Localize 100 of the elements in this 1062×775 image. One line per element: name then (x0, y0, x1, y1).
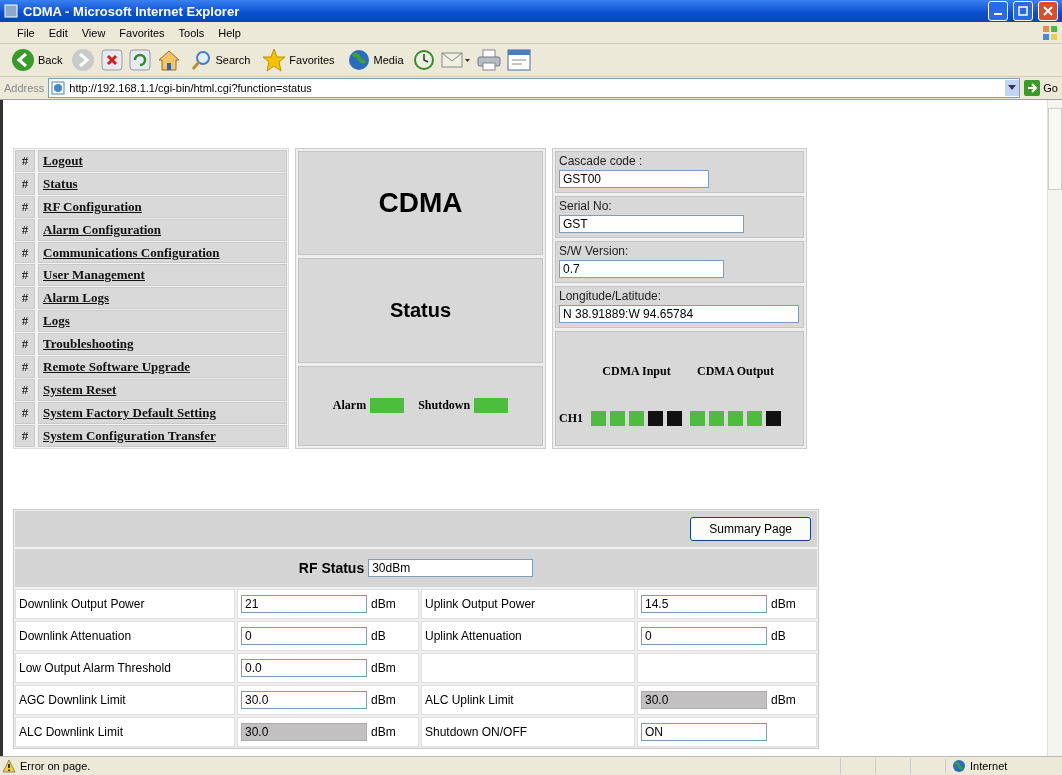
input-field[interactable]: GST (559, 215, 744, 233)
nav-link[interactable]: Logout (38, 150, 287, 172)
channel-label: CH1 (559, 411, 583, 427)
toolbar-button[interactable]: Back (8, 46, 66, 74)
nav-link[interactable]: System Factory Default Setting (38, 401, 287, 424)
bullet-mark: # (15, 424, 35, 447)
nav-link[interactable]: System Configuration Transfer (38, 424, 287, 447)
clock-icon[interactable] (412, 49, 435, 71)
field-label: Uplink Output Power (421, 588, 635, 619)
nav-link[interactable]: Status (38, 172, 287, 195)
nav-link[interactable]: Remote Software Upgrade (38, 356, 287, 378)
column-label: CDMA Input (601, 364, 672, 380)
document-icon[interactable] (506, 49, 531, 71)
input-field[interactable]: 21 (241, 594, 367, 613)
go-button[interactable]: Go (1024, 80, 1058, 96)
envelope-icon[interactable] (440, 49, 471, 71)
star-icon[interactable] (262, 48, 287, 72)
input-field[interactable]: 14.5 (641, 594, 767, 613)
input-field[interactable]: N 38.91889:W 94.65784 (559, 305, 799, 323)
field-label: Cascade code : (559, 154, 644, 168)
house-icon[interactable] (157, 49, 182, 71)
stop-icon[interactable] (101, 49, 124, 71)
summary-page-button[interactable]: Summary Page (690, 516, 811, 541)
page-icon (51, 81, 66, 95)
field-label: Serial No: (559, 199, 613, 213)
unit-label: dBm (371, 660, 396, 675)
globe-icon[interactable] (346, 48, 371, 72)
input-field[interactable]: 0.0 (241, 658, 367, 677)
bullet-mark: # (15, 356, 35, 378)
printer-icon[interactable] (476, 49, 501, 71)
input-field[interactable]: 30dBm (368, 558, 534, 577)
rf-status-label: RF Status (298, 559, 365, 576)
nav-link[interactable]: Logs (38, 310, 287, 333)
warning-icon (2, 759, 16, 773)
status-message: Error on page. (20, 760, 92, 772)
toolbar-button[interactable]: Search (187, 47, 254, 73)
unit-label: dBm (771, 692, 796, 707)
maximize-icon (1018, 6, 1028, 16)
close-button[interactable] (1038, 1, 1058, 21)
toolbar-button[interactable]: Media (343, 46, 407, 74)
input-field[interactable]: 0.7 (559, 260, 724, 278)
nav-link[interactable]: Communications Configuration (38, 241, 287, 264)
nav-link[interactable]: Alarm Configuration (38, 218, 287, 241)
input-field[interactable]: 0 (241, 626, 367, 645)
search-icon[interactable] (190, 49, 213, 71)
menu-item[interactable]: Tools (171, 26, 212, 39)
globe-icon (952, 759, 966, 773)
arrow-icon (1024, 80, 1041, 96)
input-field[interactable]: ON (641, 722, 767, 741)
field-label: Longitude/Latitude: (559, 289, 663, 303)
field-label: Downlink Attenuation (15, 620, 235, 651)
minimize-icon (994, 13, 1002, 15)
scrollbar[interactable] (1047, 100, 1062, 756)
address-label: Address (4, 82, 45, 94)
nav-link[interactable]: Alarm Logs (38, 287, 287, 310)
windows-flag-icon (1042, 24, 1058, 41)
bullet-mark: # (15, 195, 35, 218)
indicator-label: Alarm (332, 398, 367, 414)
bullet-mark: # (15, 401, 35, 424)
close-icon (1043, 6, 1053, 16)
address-field[interactable]: http://192.168.1.1/cgi-bin/html.cgi?function=status (48, 78, 1021, 98)
nav-link[interactable]: System Reset (38, 378, 287, 401)
menu-item[interactable]: File (10, 26, 42, 39)
toolbar-button[interactable]: Favorites (259, 46, 338, 74)
menu-item[interactable]: Favorites (112, 26, 172, 39)
bullet-mark: # (15, 310, 35, 333)
bullet-mark: # (15, 218, 35, 241)
field-label: Uplink Attenuation (421, 620, 635, 651)
input-field[interactable]: GST00 (559, 170, 709, 188)
page-subheading: Status (389, 298, 452, 322)
field-label: Shutdown ON/OFF (421, 716, 635, 747)
field-label: Low Output Alarm Threshold (15, 652, 235, 683)
unit-label: dBm (371, 724, 396, 739)
bullet-mark: # (15, 264, 35, 287)
bullet-mark: # (15, 287, 35, 310)
menu-item[interactable]: View (74, 26, 113, 39)
field-label: ALC Downlink Limit (15, 716, 235, 747)
window-title: CDMA - Microsoft Internet Explorer (23, 3, 241, 19)
menu-item[interactable]: Help (211, 26, 248, 39)
refresh-icon[interactable] (129, 49, 152, 71)
minimize-button[interactable] (988, 1, 1008, 21)
input-field[interactable]: 0 (641, 626, 767, 645)
unit-label: dB (771, 628, 786, 643)
caret-icon (1008, 85, 1017, 91)
field-label: ALC Uplink Limit (421, 684, 635, 715)
browser-icon (4, 4, 18, 18)
nav-link[interactable]: User Management (38, 264, 287, 287)
unit-label: dBm (771, 596, 796, 611)
field-label: Downlink Output Power (15, 588, 235, 619)
bullet-mark: # (15, 333, 35, 355)
menu-item[interactable]: Edit (41, 26, 75, 39)
maximize-button[interactable] (1013, 1, 1033, 21)
nav-link[interactable]: RF Configuration (38, 195, 287, 218)
indicator-label: Shutdown (418, 398, 471, 414)
nav-link[interactable]: Troubleshooting (38, 333, 287, 355)
dropdown-icon[interactable] (1005, 80, 1020, 96)
column-label: CDMA Output (696, 364, 775, 380)
bullet-mark: # (15, 241, 35, 264)
input-field[interactable]: 30.0 (241, 690, 367, 709)
field-label: S/W Version: (559, 244, 630, 258)
